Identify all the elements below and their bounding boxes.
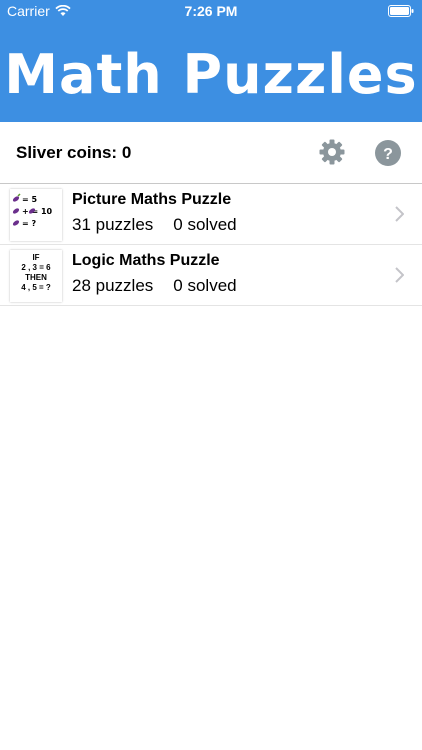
thumb-line-2: 2 , 3 = 6 bbox=[21, 263, 51, 272]
list-item-picture-maths[interactable]: = 5 + = 10 = ? Picture Maths Puzzle 31 p… bbox=[0, 184, 422, 245]
puzzle-meta: 28 puzzles 0 solved bbox=[72, 276, 237, 296]
thumb-line-1: IF bbox=[32, 253, 40, 262]
battery-icon bbox=[388, 5, 414, 17]
puzzle-list: = 5 + = 10 = ? Picture Maths Puzzle 31 p… bbox=[0, 184, 422, 306]
thumb-line-4: 4 , 5 = ? bbox=[21, 283, 51, 292]
puzzle-title: Picture Maths Puzzle bbox=[72, 191, 232, 208]
question-icon[interactable]: ? bbox=[375, 140, 401, 166]
chevron-right-icon bbox=[395, 267, 404, 283]
svg-text:?: ? bbox=[383, 146, 393, 163]
puzzle-solved: 0 solved bbox=[173, 276, 237, 295]
app-title: Math Puzzles bbox=[4, 43, 418, 106]
app-header: Carrier 7:26 PM Math Puzzles bbox=[0, 0, 422, 122]
list-item-logic-maths[interactable]: IF 2 , 3 = 6 THEN 4 , 5 = ? Logic Maths … bbox=[0, 245, 422, 306]
puzzle-count: 28 puzzles bbox=[72, 276, 154, 295]
gear-icon[interactable] bbox=[318, 138, 346, 166]
thumb-line-1: = 5 bbox=[22, 195, 37, 204]
puzzle-count: 31 puzzles bbox=[72, 215, 154, 234]
status-time: 7:26 PM bbox=[184, 3, 238, 19]
picture-puzzle-thumbnail: = 5 + = 10 = ? bbox=[10, 189, 62, 241]
thumb-line-3: = ? bbox=[22, 219, 36, 228]
thumb-line-3: THEN bbox=[25, 273, 47, 282]
chevron-right-icon bbox=[395, 206, 404, 222]
puzzle-title: Logic Maths Puzzle bbox=[72, 252, 220, 269]
eggplant-equation-icon: = 5 + = 10 = ? bbox=[12, 193, 53, 228]
puzzle-meta: 31 puzzles 0 solved bbox=[72, 215, 237, 235]
coins-bar: Sliver coins: 0 bbox=[0, 122, 422, 184]
coins-label: Sliver coins: 0 bbox=[16, 143, 132, 162]
status-bar: Carrier 7:26 PM bbox=[0, 0, 422, 22]
thumb-line-2: + = 10 bbox=[22, 207, 53, 216]
logic-puzzle-thumbnail: IF 2 , 3 = 6 THEN 4 , 5 = ? bbox=[10, 250, 62, 302]
puzzle-solved: 0 solved bbox=[173, 215, 237, 234]
